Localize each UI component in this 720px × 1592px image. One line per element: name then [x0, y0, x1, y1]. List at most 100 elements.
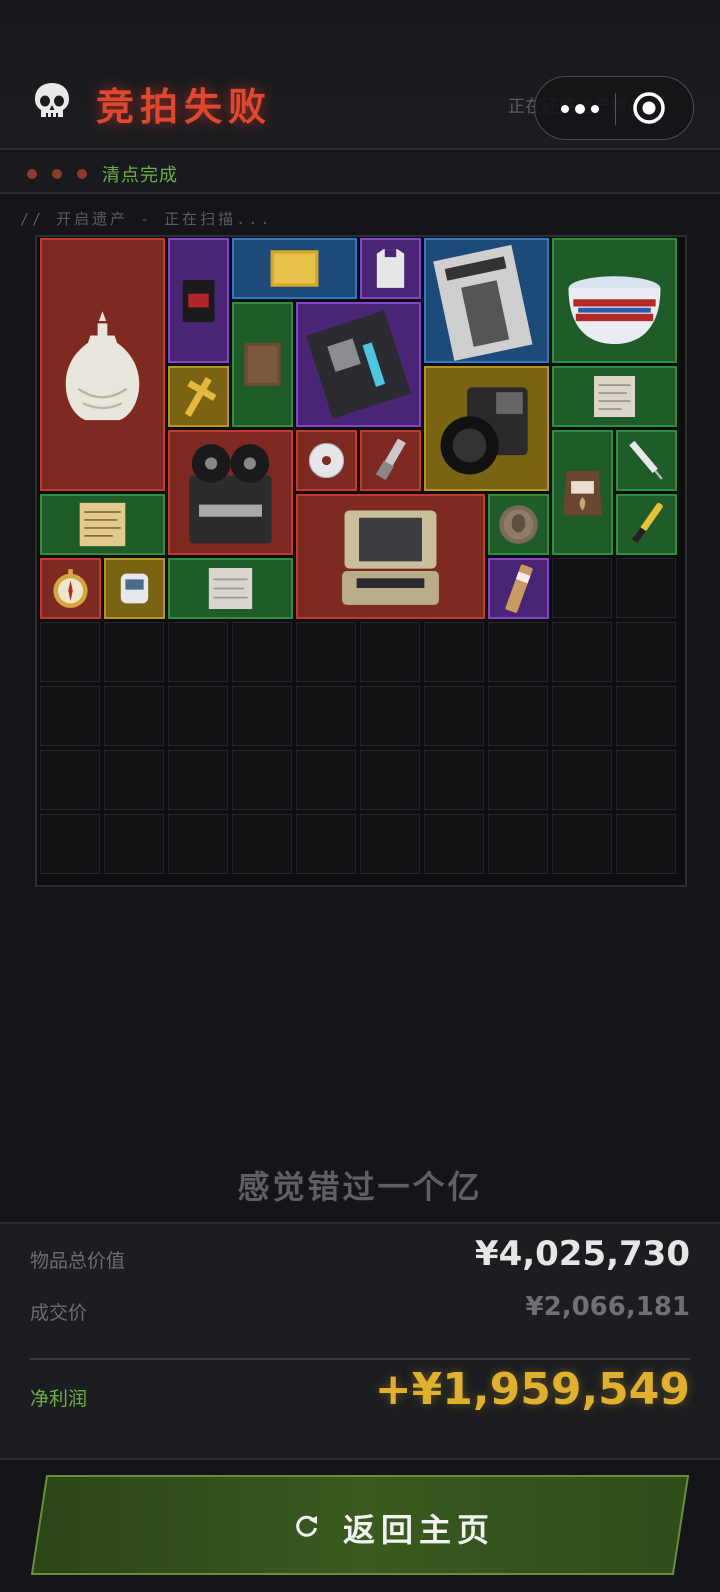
grid-cell [360, 686, 420, 746]
status-dot [52, 169, 62, 179]
grid-cell [488, 750, 548, 810]
grid-cell [552, 814, 612, 874]
grid-cell [232, 814, 292, 874]
grid-cell [616, 814, 676, 874]
grid-cell [232, 622, 292, 682]
scan-log-text: // 开启遗产 - 正在扫描... [20, 210, 273, 228]
grid-cell [296, 622, 356, 682]
status-dot [27, 169, 37, 179]
pulse-oximeter[interactable] [104, 558, 165, 619]
cd-disc-icon [308, 442, 345, 479]
total-value: ¥4,025,730 [474, 1234, 690, 1274]
grid-cell [168, 686, 228, 746]
voltage-tester-pen[interactable] [616, 494, 677, 555]
settlement-panel: 物品总价值 ¥4,025,730 成交价 ¥2,066,181 净利润 +¥1,… [0, 1222, 720, 1460]
quip-text: 感觉错过一个亿 [237, 1168, 483, 1206]
celadon-vase-icon [65, 311, 140, 421]
porcelain-pot-icon [568, 276, 661, 345]
gold-bar-icon [270, 250, 319, 287]
total-value-label: 物品总价值 [30, 1250, 126, 1272]
cd-disc[interactable] [296, 430, 357, 491]
coffee-pack[interactable] [168, 238, 229, 363]
target-circle-icon[interactable] [631, 90, 667, 126]
golden-cross-icon [184, 377, 217, 417]
return-home-button[interactable]: 返回主页 [31, 1475, 689, 1575]
spark-plug[interactable] [360, 430, 421, 491]
antique-coin[interactable] [488, 494, 549, 555]
reel-to-reel-recorder[interactable] [168, 430, 293, 555]
old-map-document[interactable] [40, 494, 165, 555]
arabica-coffee-bag[interactable] [552, 430, 613, 555]
grid-cell [40, 814, 100, 874]
medium-format-camera[interactable] [424, 366, 549, 491]
old-map-document-icon [79, 502, 126, 547]
syringe[interactable] [616, 430, 677, 491]
grid-cell [424, 814, 484, 874]
gold-bar[interactable] [232, 238, 357, 299]
grid-cell [168, 622, 228, 682]
grid-cell [552, 686, 612, 746]
grid-cell [168, 814, 228, 874]
grid-cell [488, 622, 548, 682]
skull-icon [35, 83, 69, 117]
capsule-divider [615, 93, 616, 125]
grid-cell [360, 750, 420, 810]
more-dots-icon[interactable] [549, 77, 613, 139]
old-letter-icon [593, 375, 636, 418]
grid-cell [616, 622, 676, 682]
status-text: 清点完成 [102, 165, 178, 186]
divider [30, 1358, 690, 1360]
grid-cell [488, 814, 548, 874]
fashion-magazine-icon [433, 244, 533, 361]
grid-cell [232, 686, 292, 746]
energy-bar-icon [505, 564, 533, 613]
net-profit-value: +¥1,959,549 [374, 1364, 690, 1415]
arabica-coffee-bag-icon [563, 470, 602, 516]
grid-cell [616, 750, 676, 810]
grid-cell [360, 622, 420, 682]
status-dot [77, 169, 87, 179]
fashion-magazine[interactable] [424, 238, 549, 363]
grid-cell [296, 686, 356, 746]
grid-cell [232, 750, 292, 810]
grid-cell [424, 622, 484, 682]
grid-cell [552, 622, 612, 682]
rugged-laptop-case[interactable] [296, 494, 485, 619]
deal-price-label: 成交价 [30, 1302, 88, 1324]
motherboard[interactable] [296, 302, 421, 427]
grid-cell [488, 686, 548, 746]
body-armor-vest[interactable] [360, 238, 421, 299]
grid-cell [104, 750, 164, 810]
grid-cell [552, 558, 612, 618]
old-letter[interactable] [552, 366, 677, 427]
voltage-tester-pen-icon [631, 502, 663, 544]
grid-cell [168, 750, 228, 810]
porcelain-pot[interactable] [552, 238, 677, 363]
deal-price-value: ¥2,066,181 [525, 1292, 690, 1322]
pocket-compass[interactable] [40, 558, 101, 619]
refresh-icon [296, 1515, 317, 1537]
net-profit-label: 净利润 [30, 1388, 88, 1410]
grid-cell [296, 750, 356, 810]
grid-cell [104, 622, 164, 682]
grid-cell [104, 686, 164, 746]
paper-scroll[interactable] [168, 558, 293, 619]
antique-coin-icon [499, 505, 538, 544]
grid-cell [616, 686, 676, 746]
grid-cell [360, 814, 420, 874]
mini-program-capsule [534, 76, 694, 140]
leather-notebook[interactable] [232, 302, 293, 427]
return-home-label: 返回主页 [343, 1511, 496, 1549]
celadon-vase[interactable] [40, 238, 165, 491]
leather-notebook-icon [244, 342, 281, 387]
grid-cell [552, 750, 612, 810]
medium-format-camera-icon [440, 387, 528, 475]
grid-cell [296, 814, 356, 874]
motherboard-icon [305, 310, 412, 419]
energy-bar[interactable] [488, 558, 549, 619]
grid-cell [424, 686, 484, 746]
body-armor-vest-icon [376, 249, 405, 288]
golden-cross[interactable] [168, 366, 229, 427]
header-bar: 竞拍失败 正在还原遗产情... [0, 0, 720, 150]
inventory-grid [35, 235, 687, 887]
